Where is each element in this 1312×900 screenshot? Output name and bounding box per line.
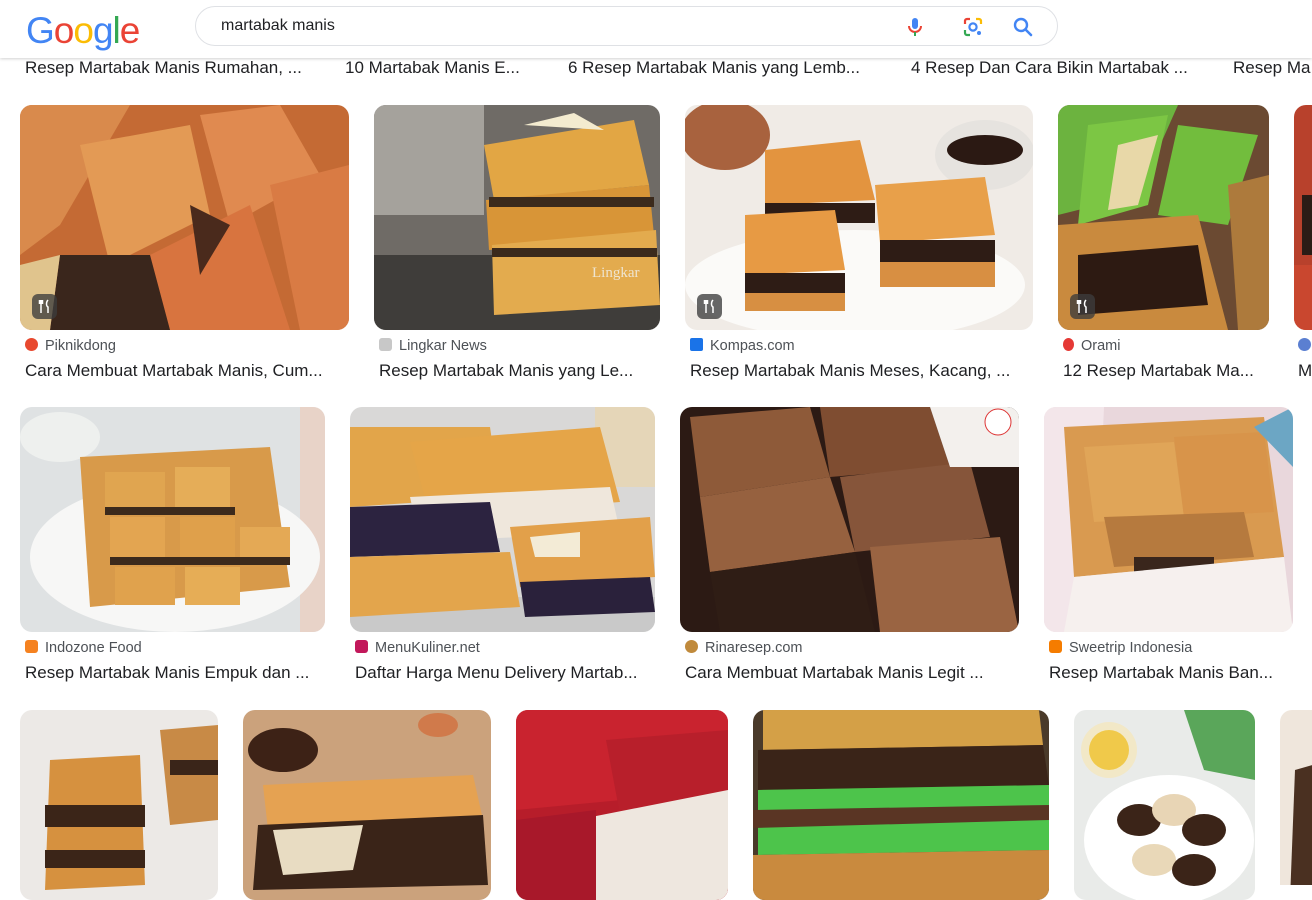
result-thumbnail[interactable] xyxy=(685,105,1033,330)
google-logo[interactable]: Google xyxy=(26,10,141,52)
logo-letter: G xyxy=(26,10,55,51)
logo-letter: e xyxy=(119,10,141,51)
result-title[interactable]: M xyxy=(1298,361,1312,381)
image-result-card[interactable]: Piknikdong Cara Membuat Martabak Manis, … xyxy=(20,105,349,390)
image-result-card[interactable]: Kompas.com Resep Martabak Manis Meses, K… xyxy=(685,105,1033,390)
search-box xyxy=(195,6,1058,46)
result-source: Sweetrip Indonesia xyxy=(1049,640,1192,656)
result-title[interactable]: 6 Resep Martabak Manis yang Lemb... xyxy=(568,58,878,78)
image-result-card[interactable]: Rinaresep.com Cara Membuat Martabak Mani… xyxy=(680,407,1019,692)
image-result-card[interactable]: Sweetrip Indonesia Resep Martabak Manis … xyxy=(1044,407,1293,692)
logo-letter: o xyxy=(73,10,94,51)
result-thumbnail[interactable] xyxy=(753,710,1049,900)
search-icon[interactable] xyxy=(1011,15,1035,39)
result-source xyxy=(1298,338,1312,354)
result-thumbnail[interactable]: Lingkar xyxy=(374,105,660,330)
result-title[interactable]: Resep Martabak Manis Meses, Kacang, ... xyxy=(690,361,1030,381)
result-source: Kompas.com xyxy=(690,338,795,354)
result-thumbnail[interactable] xyxy=(1044,407,1293,632)
microphone-icon[interactable] xyxy=(903,15,927,39)
source-name: Orami xyxy=(1081,338,1121,354)
recipe-badge xyxy=(697,294,722,319)
logo-letter: o xyxy=(53,10,75,51)
logo-letter: l xyxy=(112,10,121,51)
result-title[interactable]: 4 Resep Dan Cara Bikin Martabak ... xyxy=(911,58,1201,78)
result-thumbnail[interactable] xyxy=(516,710,728,900)
result-title[interactable]: Resep Ma xyxy=(1233,58,1312,78)
image-result-card[interactable] xyxy=(20,710,218,900)
image-result-card[interactable]: Indozone Food Resep Martabak Manis Empuk… xyxy=(20,407,325,692)
image-result-card[interactable]: Lingkar Lingkar News Resep Martabak Mani… xyxy=(374,105,660,390)
rinaresep-favicon xyxy=(685,640,698,653)
site-favicon xyxy=(1298,338,1311,351)
source-name: Rinaresep.com xyxy=(705,640,803,656)
source-name: MenuKuliner.net xyxy=(375,640,480,656)
lingkar-news-favicon xyxy=(379,338,392,351)
result-thumbnail[interactable] xyxy=(20,710,218,900)
source-name: Piknikdong xyxy=(45,338,116,354)
result-title[interactable]: Cara Membuat Martabak Manis Legit ... xyxy=(685,663,1015,683)
indozone-favicon xyxy=(25,640,38,653)
result-title[interactable]: Resep Martabak Manis yang Le... xyxy=(379,361,649,381)
google-lens-icon[interactable] xyxy=(961,15,985,39)
result-title[interactable]: 10 Martabak Manis E... xyxy=(345,58,535,78)
menukuliner-favicon xyxy=(355,640,368,653)
source-name: Kompas.com xyxy=(710,338,795,354)
result-source: Orami xyxy=(1063,338,1120,354)
result-thumbnail[interactable] xyxy=(350,407,655,632)
result-thumbnail[interactable] xyxy=(680,407,1019,632)
image-result-card[interactable] xyxy=(753,710,1049,900)
result-thumbnail[interactable] xyxy=(1294,105,1312,330)
result-title[interactable]: Cara Membuat Martabak Manis, Cum... xyxy=(25,361,340,381)
sweetrip-favicon xyxy=(1049,640,1062,653)
source-name: Sweetrip Indonesia xyxy=(1069,640,1193,656)
result-thumbnail[interactable] xyxy=(20,407,325,632)
result-source: Lingkar News xyxy=(379,338,487,354)
fork-knife-icon xyxy=(38,299,49,313)
image-result-card[interactable]: MenuKuliner.net Daftar Harga Menu Delive… xyxy=(350,407,655,692)
result-thumbnail[interactable] xyxy=(20,105,349,330)
kompas-favicon xyxy=(690,338,703,351)
result-title[interactable]: Resep Martabak Manis Empuk dan ... xyxy=(25,663,325,683)
lingkar-watermark: Lingkar xyxy=(592,265,639,281)
result-thumbnail[interactable] xyxy=(243,710,491,900)
image-result-card[interactable] xyxy=(516,710,728,900)
recipe-badge xyxy=(1070,294,1095,319)
result-title[interactable]: 12 Resep Martabak Ma... xyxy=(1063,361,1274,381)
result-thumbnail[interactable] xyxy=(1058,105,1269,330)
logo-letter: g xyxy=(92,10,114,51)
orami-favicon xyxy=(1063,338,1074,351)
result-source: Piknikdong xyxy=(25,338,116,354)
fork-knife-icon xyxy=(703,299,714,313)
image-result-card[interactable]: Orami 12 Resep Martabak Ma... xyxy=(1058,105,1269,390)
fork-knife-icon xyxy=(1076,299,1087,313)
result-thumbnail[interactable] xyxy=(1280,710,1312,885)
piknikdong-favicon xyxy=(25,338,38,351)
result-title[interactable]: Resep Martabak Manis Ban... xyxy=(1049,663,1294,683)
result-source: Rinaresep.com xyxy=(685,640,803,656)
result-title[interactable]: Daftar Harga Menu Delivery Martab... xyxy=(355,663,655,683)
image-result-card[interactable] xyxy=(1280,710,1312,885)
result-thumbnail[interactable] xyxy=(1074,710,1255,900)
result-title[interactable]: Resep Martabak Manis Rumahan, ... xyxy=(25,58,315,78)
previous-row-titles: Resep Martabak Manis Rumahan, ... 10 Mar… xyxy=(0,58,1312,82)
result-source: MenuKuliner.net xyxy=(355,640,480,656)
source-name: Lingkar News xyxy=(399,338,487,354)
header: Google xyxy=(0,0,1312,58)
image-result-card[interactable] xyxy=(1074,710,1255,900)
search-input[interactable] xyxy=(221,15,841,37)
recipe-badge xyxy=(32,294,57,319)
image-result-card[interactable] xyxy=(243,710,491,900)
source-name: Indozone Food xyxy=(45,640,142,656)
image-result-card[interactable]: M xyxy=(1294,105,1312,390)
result-source: Indozone Food xyxy=(25,640,142,656)
